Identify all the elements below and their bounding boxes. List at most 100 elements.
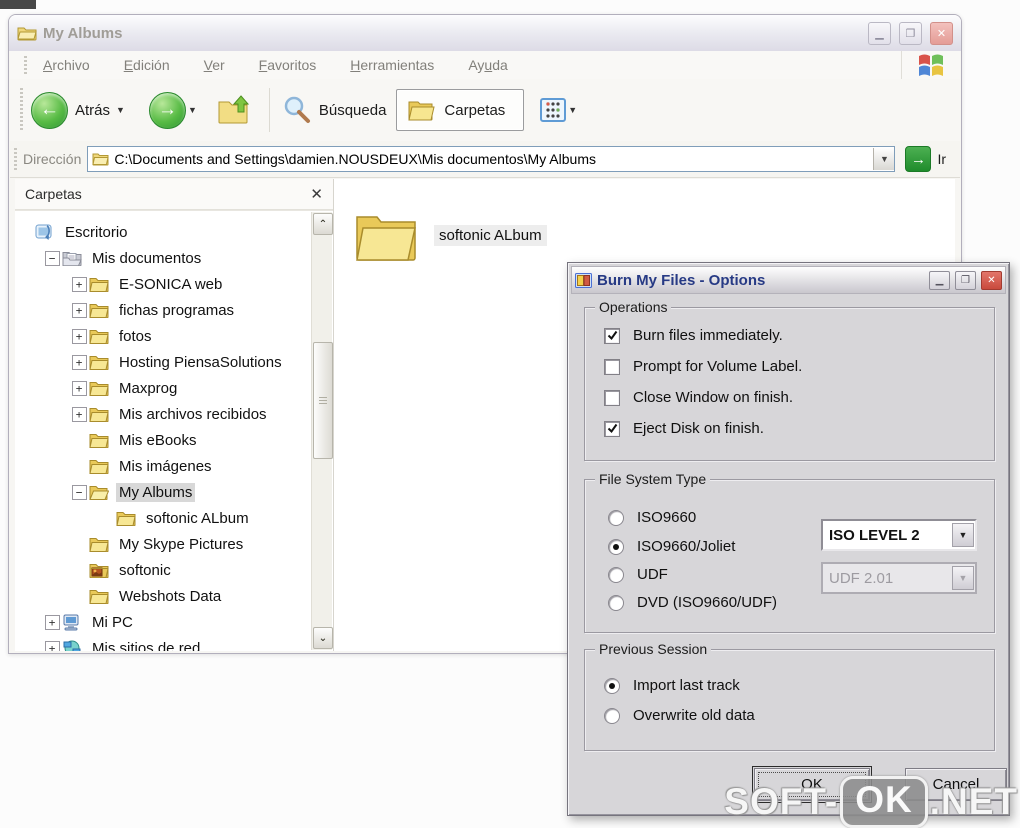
checkbox-close-window[interactable]: Close Window on finish.: [604, 389, 793, 406]
tree-item-label[interactable]: softonic: [116, 561, 174, 580]
expand-plus-icon[interactable]: +: [71, 406, 87, 422]
iso-level-select[interactable]: ISO LEVEL 2 ▼: [821, 519, 977, 551]
forward-dropdown-caret[interactable]: ▼: [188, 105, 197, 115]
dialog-close-button[interactable]: ✕: [981, 270, 1002, 290]
file-item-label[interactable]: softonic ALbum: [434, 224, 547, 246]
dialog-minimize-button[interactable]: ▁: [929, 270, 950, 290]
expand-plus-icon[interactable]: +: [44, 640, 60, 651]
address-input[interactable]: C:\Documents and Settings\damien.NOUSDEU…: [87, 146, 896, 172]
tree-item-label[interactable]: Mis eBooks: [116, 431, 200, 450]
tree-item-maxprog[interactable]: + Maxprog: [15, 375, 333, 401]
checkbox-burn-files[interactable]: Burn files immediately.: [604, 327, 783, 344]
go-button-label[interactable]: Ir: [937, 151, 946, 167]
tree-item-mis-archivos-recibidos[interactable]: + Mis archivos recibidos: [15, 401, 333, 427]
tree-item-my-albums[interactable]: − My Albums: [15, 479, 333, 505]
back-button-label[interactable]: Atrás: [75, 102, 110, 119]
scroll-down-icon[interactable]: ⌄: [313, 627, 333, 649]
toolbar-grip[interactable]: [20, 88, 23, 132]
menu-item-favoritos[interactable]: Favoritos: [259, 57, 317, 73]
tree-item-label[interactable]: Mi PC: [89, 613, 136, 632]
tree-item-label[interactable]: Mis imágenes: [116, 457, 215, 476]
expand-plus-icon[interactable]: +: [71, 380, 87, 396]
folder-icon: [89, 535, 111, 553]
tree-item-label[interactable]: My Albums: [116, 482, 196, 502]
forward-button-icon[interactable]: →: [148, 91, 186, 129]
up-folder-icon[interactable]: [217, 94, 253, 126]
tree-item-softonic[interactable]: softonic: [15, 557, 333, 583]
file-item[interactable]: softonic ALbum: [354, 209, 547, 261]
expand-plus-icon[interactable]: +: [71, 328, 87, 344]
maximize-button[interactable]: ❐: [899, 21, 922, 45]
menu-item-archivo[interactable]: Archivo: [43, 57, 90, 73]
tree-item-hosting-piensasolutions[interactable]: + Hosting PiensaSolutions: [15, 349, 333, 375]
scrollbar-thumb[interactable]: [313, 342, 333, 459]
folder-icon: [89, 379, 111, 397]
tree-item-webshots-data[interactable]: Webshots Data: [15, 583, 333, 609]
back-button-icon[interactable]: ←: [31, 91, 68, 129]
tree-item-label[interactable]: Escritorio: [62, 223, 131, 242]
tree-item-mis-documentos[interactable]: − Mis documentos: [15, 245, 333, 271]
collapse-minus-icon[interactable]: −: [44, 250, 60, 266]
tree-item-mis-ima-genes[interactable]: Mis imágenes: [15, 453, 333, 479]
back-dropdown-caret[interactable]: ▼: [116, 105, 125, 115]
views-icon[interactable]: [540, 98, 567, 122]
radio-iso9660-joliet[interactable]: ISO9660/Joliet: [608, 538, 735, 555]
combo-dropdown-icon[interactable]: ▼: [952, 523, 974, 547]
tree-item-escritorio[interactable]: Escritorio: [15, 219, 333, 245]
menu-item-ayuda[interactable]: Ayuda: [468, 57, 507, 73]
tree-item-my-skype-pictures[interactable]: My Skype Pictures: [15, 531, 333, 557]
tree-item-e-sonica-web[interactable]: + E-SONICA web: [15, 271, 333, 297]
scroll-up-icon[interactable]: ⌃: [313, 213, 333, 235]
tree-item-label[interactable]: Webshots Data: [116, 587, 224, 606]
tree-item-label[interactable]: My Skype Pictures: [116, 535, 246, 554]
menu-item-ver[interactable]: Ver: [204, 57, 225, 73]
tree-item-label[interactable]: fotos: [116, 327, 155, 346]
menu-item-herramientas[interactable]: Herramientas: [350, 57, 434, 73]
radio-overwrite-old-data[interactable]: Overwrite old data: [604, 707, 755, 724]
tree-item-label[interactable]: Maxprog: [116, 379, 180, 398]
tree-item-mis-ebooks[interactable]: Mis eBooks: [15, 427, 333, 453]
go-button-icon[interactable]: →: [905, 146, 932, 172]
tree-item-label[interactable]: Hosting PiensaSolutions: [116, 353, 285, 372]
radio-udf[interactable]: UDF: [608, 566, 668, 583]
addressbar-grip[interactable]: [14, 148, 17, 170]
expand-plus-icon[interactable]: +: [71, 276, 87, 292]
folders-toggle-button[interactable]: Carpetas: [396, 89, 525, 131]
tree-item-label[interactable]: Mis documentos: [89, 249, 204, 268]
minimize-button[interactable]: ▁: [868, 21, 891, 45]
search-icon[interactable]: [280, 94, 312, 126]
expand-plus-icon[interactable]: +: [44, 614, 60, 630]
udf-version-select[interactable]: UDF 2.01 ▼: [821, 562, 977, 594]
tree-item-fotos[interactable]: + fotos: [15, 323, 333, 349]
dialog-maximize-button[interactable]: ❐: [955, 270, 976, 290]
close-button[interactable]: ✕: [930, 21, 953, 45]
address-path[interactable]: C:\Documents and Settings\damien.NOUSDEU…: [114, 151, 873, 167]
tree-item-label[interactable]: fichas programas: [116, 301, 237, 320]
dialog-title-bar[interactable]: Burn My Files - Options ▁ ❐ ✕: [571, 266, 1006, 294]
tree-scrollbar[interactable]: ⌃ ⌄: [311, 212, 333, 650]
title-bar[interactable]: My Albums ▁ ❐ ✕: [9, 15, 961, 51]
views-dropdown-caret[interactable]: ▼: [568, 105, 577, 115]
radio-iso9660[interactable]: ISO9660: [608, 509, 696, 526]
folders-pane-close-icon[interactable]: ✕: [310, 185, 323, 203]
radio-dvd[interactable]: DVD (ISO9660/UDF): [608, 594, 777, 611]
address-label: Dirección: [23, 151, 82, 167]
tree-item-label[interactable]: softonic ALbum: [143, 509, 252, 528]
search-button-label[interactable]: Búsqueda: [319, 102, 387, 119]
tree-item-fichas-programas[interactable]: + fichas programas: [15, 297, 333, 323]
tree-item-label[interactable]: Mis sitios de red: [89, 639, 203, 652]
tree-item-label[interactable]: E-SONICA web: [116, 275, 225, 294]
address-dropdown-button[interactable]: ▼: [873, 148, 895, 170]
tree-item-softonic-album[interactable]: softonic ALbum: [15, 505, 333, 531]
expand-plus-icon[interactable]: +: [71, 354, 87, 370]
tree-item-label[interactable]: Mis archivos recibidos: [116, 405, 270, 424]
tree-item-mi-pc[interactable]: + Mi PC: [15, 609, 333, 635]
menubar-grip[interactable]: [24, 56, 27, 74]
tree-item-mis-sitios-de-red[interactable]: + Mis sitios de red: [15, 635, 333, 651]
checkbox-eject-disk[interactable]: Eject Disk on finish.: [604, 420, 764, 437]
collapse-minus-icon[interactable]: −: [71, 484, 87, 500]
expand-plus-icon[interactable]: +: [71, 302, 87, 318]
menu-item-edicion[interactable]: Edición: [124, 57, 170, 73]
checkbox-prompt-volume[interactable]: Prompt for Volume Label.: [604, 358, 802, 375]
radio-import-last-track[interactable]: Import last track: [604, 677, 740, 694]
